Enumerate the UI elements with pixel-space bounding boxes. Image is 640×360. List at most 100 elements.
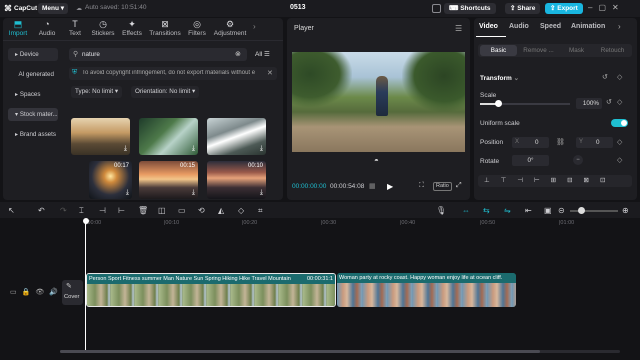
zoom-slider[interactable]: [570, 207, 618, 214]
fit-icon[interactable]: ⛶: [419, 182, 424, 190]
timeline-scrollbar[interactable]: [60, 350, 620, 353]
orientation-filter-select[interactable]: Orientation: No limit ▾: [131, 86, 200, 98]
tab-adjustment[interactable]: ⚙ Adjustment: [212, 19, 248, 37]
download-icon[interactable]: ⤓: [124, 145, 127, 153]
link-icon[interactable]: ⛓: [556, 138, 565, 146]
tab-import[interactable]: ⬒ Import: [4, 19, 32, 37]
delete-icon[interactable]: 🗑: [138, 206, 148, 215]
auto-snap-icon[interactable]: ⇆: [483, 206, 490, 215]
crop-icon[interactable]: ⌗: [258, 206, 263, 216]
play-button[interactable]: ▶: [387, 182, 393, 191]
tab-effects[interactable]: ✦ Effects: [118, 19, 146, 37]
sidebar-item-ai-generated[interactable]: AI generated: [8, 68, 58, 81]
zoom-out-icon[interactable]: ⊝: [558, 206, 565, 215]
track-controls[interactable]: ▭🔒👁🔊: [10, 288, 63, 296]
preview-axis-icon[interactable]: ⇤: [525, 206, 532, 215]
export-button[interactable]: ⇪ Export: [545, 3, 583, 14]
cover-button[interactable]: ✎ Cover: [62, 280, 83, 305]
media-thumbnail[interactable]: 00:15 ⤓: [139, 161, 198, 199]
scale-slider[interactable]: [480, 100, 570, 107]
close-notice-icon[interactable]: ✕: [267, 69, 273, 77]
rotate-tool-icon[interactable]: ◇: [238, 206, 244, 215]
playhead-handle[interactable]: [83, 218, 89, 224]
layout-icon[interactable]: [432, 4, 441, 13]
shortcuts-button[interactable]: ⌨ Shortcuts: [444, 3, 496, 14]
media-thumbnail[interactable]: ⤓: [207, 118, 266, 155]
keyframe-icon[interactable]: ◇: [617, 73, 622, 81]
search-input[interactable]: ⚲ nature ⊗: [69, 48, 247, 61]
microphone-icon[interactable]: 🎙: [436, 206, 446, 215]
fullscreen-icon[interactable]: ⤢: [456, 182, 462, 190]
download-icon[interactable]: ⤓: [126, 189, 129, 197]
reverse-icon[interactable]: ⟲: [198, 206, 205, 215]
face-detect-icon[interactable]: ◓: [374, 156, 379, 165]
media-thumbnail[interactable]: 00:17 ⤓: [89, 161, 132, 199]
reset-icon[interactable]: ↺: [602, 73, 608, 81]
project-title[interactable]: 0513: [290, 4, 306, 11]
share-button[interactable]: ⇪ Share: [505, 3, 541, 14]
zoom-slider-handle[interactable]: [578, 207, 585, 214]
subtab-remove-bg[interactable]: Remove ...: [520, 45, 557, 56]
download-icon[interactable]: ⤓: [260, 189, 263, 197]
timecode-icon[interactable]: ▦: [369, 182, 376, 190]
download-icon[interactable]: ⤓: [192, 189, 195, 197]
more-props-icon[interactable]: ›: [618, 22, 621, 31]
subtab-basic[interactable]: Basic: [480, 45, 517, 56]
tab-transitions[interactable]: ⊠ Transitions: [148, 19, 182, 37]
redo-icon[interactable]: ↷: [60, 206, 67, 215]
freeze-icon[interactable]: ◫: [158, 206, 166, 215]
download-icon[interactable]: ⤓: [260, 145, 263, 153]
uniform-scale-toggle[interactable]: [611, 119, 628, 127]
media-thumbnail[interactable]: ⤓: [139, 118, 198, 155]
align-toolbar[interactable]: ⊥⊤⊣⊢⊞⊟⊠⊡: [478, 175, 632, 187]
position-x-field[interactable]: X 0: [512, 137, 549, 148]
rotate-keyframe-icon[interactable]: ◇: [617, 156, 622, 164]
download-icon[interactable]: ⤓: [192, 145, 195, 153]
tab-audio[interactable]: ◔ Audio: [33, 19, 61, 37]
media-thumbnail[interactable]: 00:10 ⤓: [207, 161, 266, 199]
window-controls[interactable]: –▢✕: [588, 3, 625, 12]
sidebar-item-device[interactable]: ▸ Device: [8, 48, 58, 61]
subtab-mask[interactable]: Mask: [558, 45, 595, 56]
tab-animation[interactable]: Animation: [571, 23, 605, 30]
sidebar-item-stock-material[interactable]: ▾ Stock mater...: [8, 108, 58, 121]
position-y-field[interactable]: Y 0: [576, 137, 613, 148]
mirror-icon[interactable]: ◭: [218, 206, 224, 215]
scale-reset-icon[interactable]: ↺: [606, 98, 612, 106]
main-track-magnet-icon[interactable]: ⇔: [462, 206, 470, 215]
video-preview[interactable]: [292, 52, 465, 152]
player-menu-icon[interactable]: ☰: [455, 24, 462, 33]
timeline-clip-1[interactable]: Person Sport Fitness summer Man Nature S…: [86, 273, 336, 307]
sidebar-item-spaces[interactable]: ▸ Spaces: [8, 88, 58, 101]
split-left-icon[interactable]: ⊣: [99, 206, 106, 215]
tab-stickers[interactable]: ◷ Stickers: [89, 19, 117, 37]
scale-keyframe-icon[interactable]: ◇: [617, 98, 622, 106]
more-tabs-icon[interactable]: ›: [253, 22, 256, 31]
timeline-clip-2[interactable]: Woman party at rocky coast. Happy woman …: [337, 273, 516, 307]
undo-icon[interactable]: ↶: [38, 206, 45, 215]
split-right-icon[interactable]: ⊢: [118, 206, 125, 215]
sidebar-item-brand-assets[interactable]: ▸ Brand assets: [8, 128, 58, 141]
scale-value-field[interactable]: 100%: [576, 98, 602, 109]
type-filter-select[interactable]: Type: No limit ▾: [71, 86, 123, 98]
rotate-dial[interactable]: −: [573, 155, 583, 165]
media-thumbnail[interactable]: ⤓: [71, 118, 130, 155]
select-tool-icon[interactable]: ↖: [8, 206, 15, 215]
ratio-button[interactable]: Ratio: [433, 182, 452, 191]
caption-icon[interactable]: ▣: [544, 206, 552, 215]
tab-video[interactable]: Video: [479, 23, 498, 30]
search-scope-select[interactable]: All ☰: [255, 50, 270, 58]
split-icon[interactable]: ⌶: [79, 206, 84, 216]
tab-text[interactable]: T Text: [61, 19, 89, 37]
tab-speed[interactable]: Speed: [540, 23, 561, 30]
scrollbar-thumb[interactable]: [60, 350, 540, 353]
zoom-in-icon[interactable]: ⊕: [622, 206, 629, 215]
tab-audio-props[interactable]: Audio: [509, 23, 529, 30]
link-clips-icon[interactable]: ⇋: [504, 206, 511, 215]
rotate-field[interactable]: 0°: [512, 155, 549, 166]
scale-slider-handle[interactable]: [495, 100, 502, 107]
clear-search-icon[interactable]: ⊗: [235, 50, 241, 58]
menu-button[interactable]: Menu ▾: [38, 3, 69, 14]
subtab-retouch[interactable]: Retouch: [594, 45, 631, 56]
tab-filters[interactable]: ◎ Filters: [183, 19, 211, 37]
